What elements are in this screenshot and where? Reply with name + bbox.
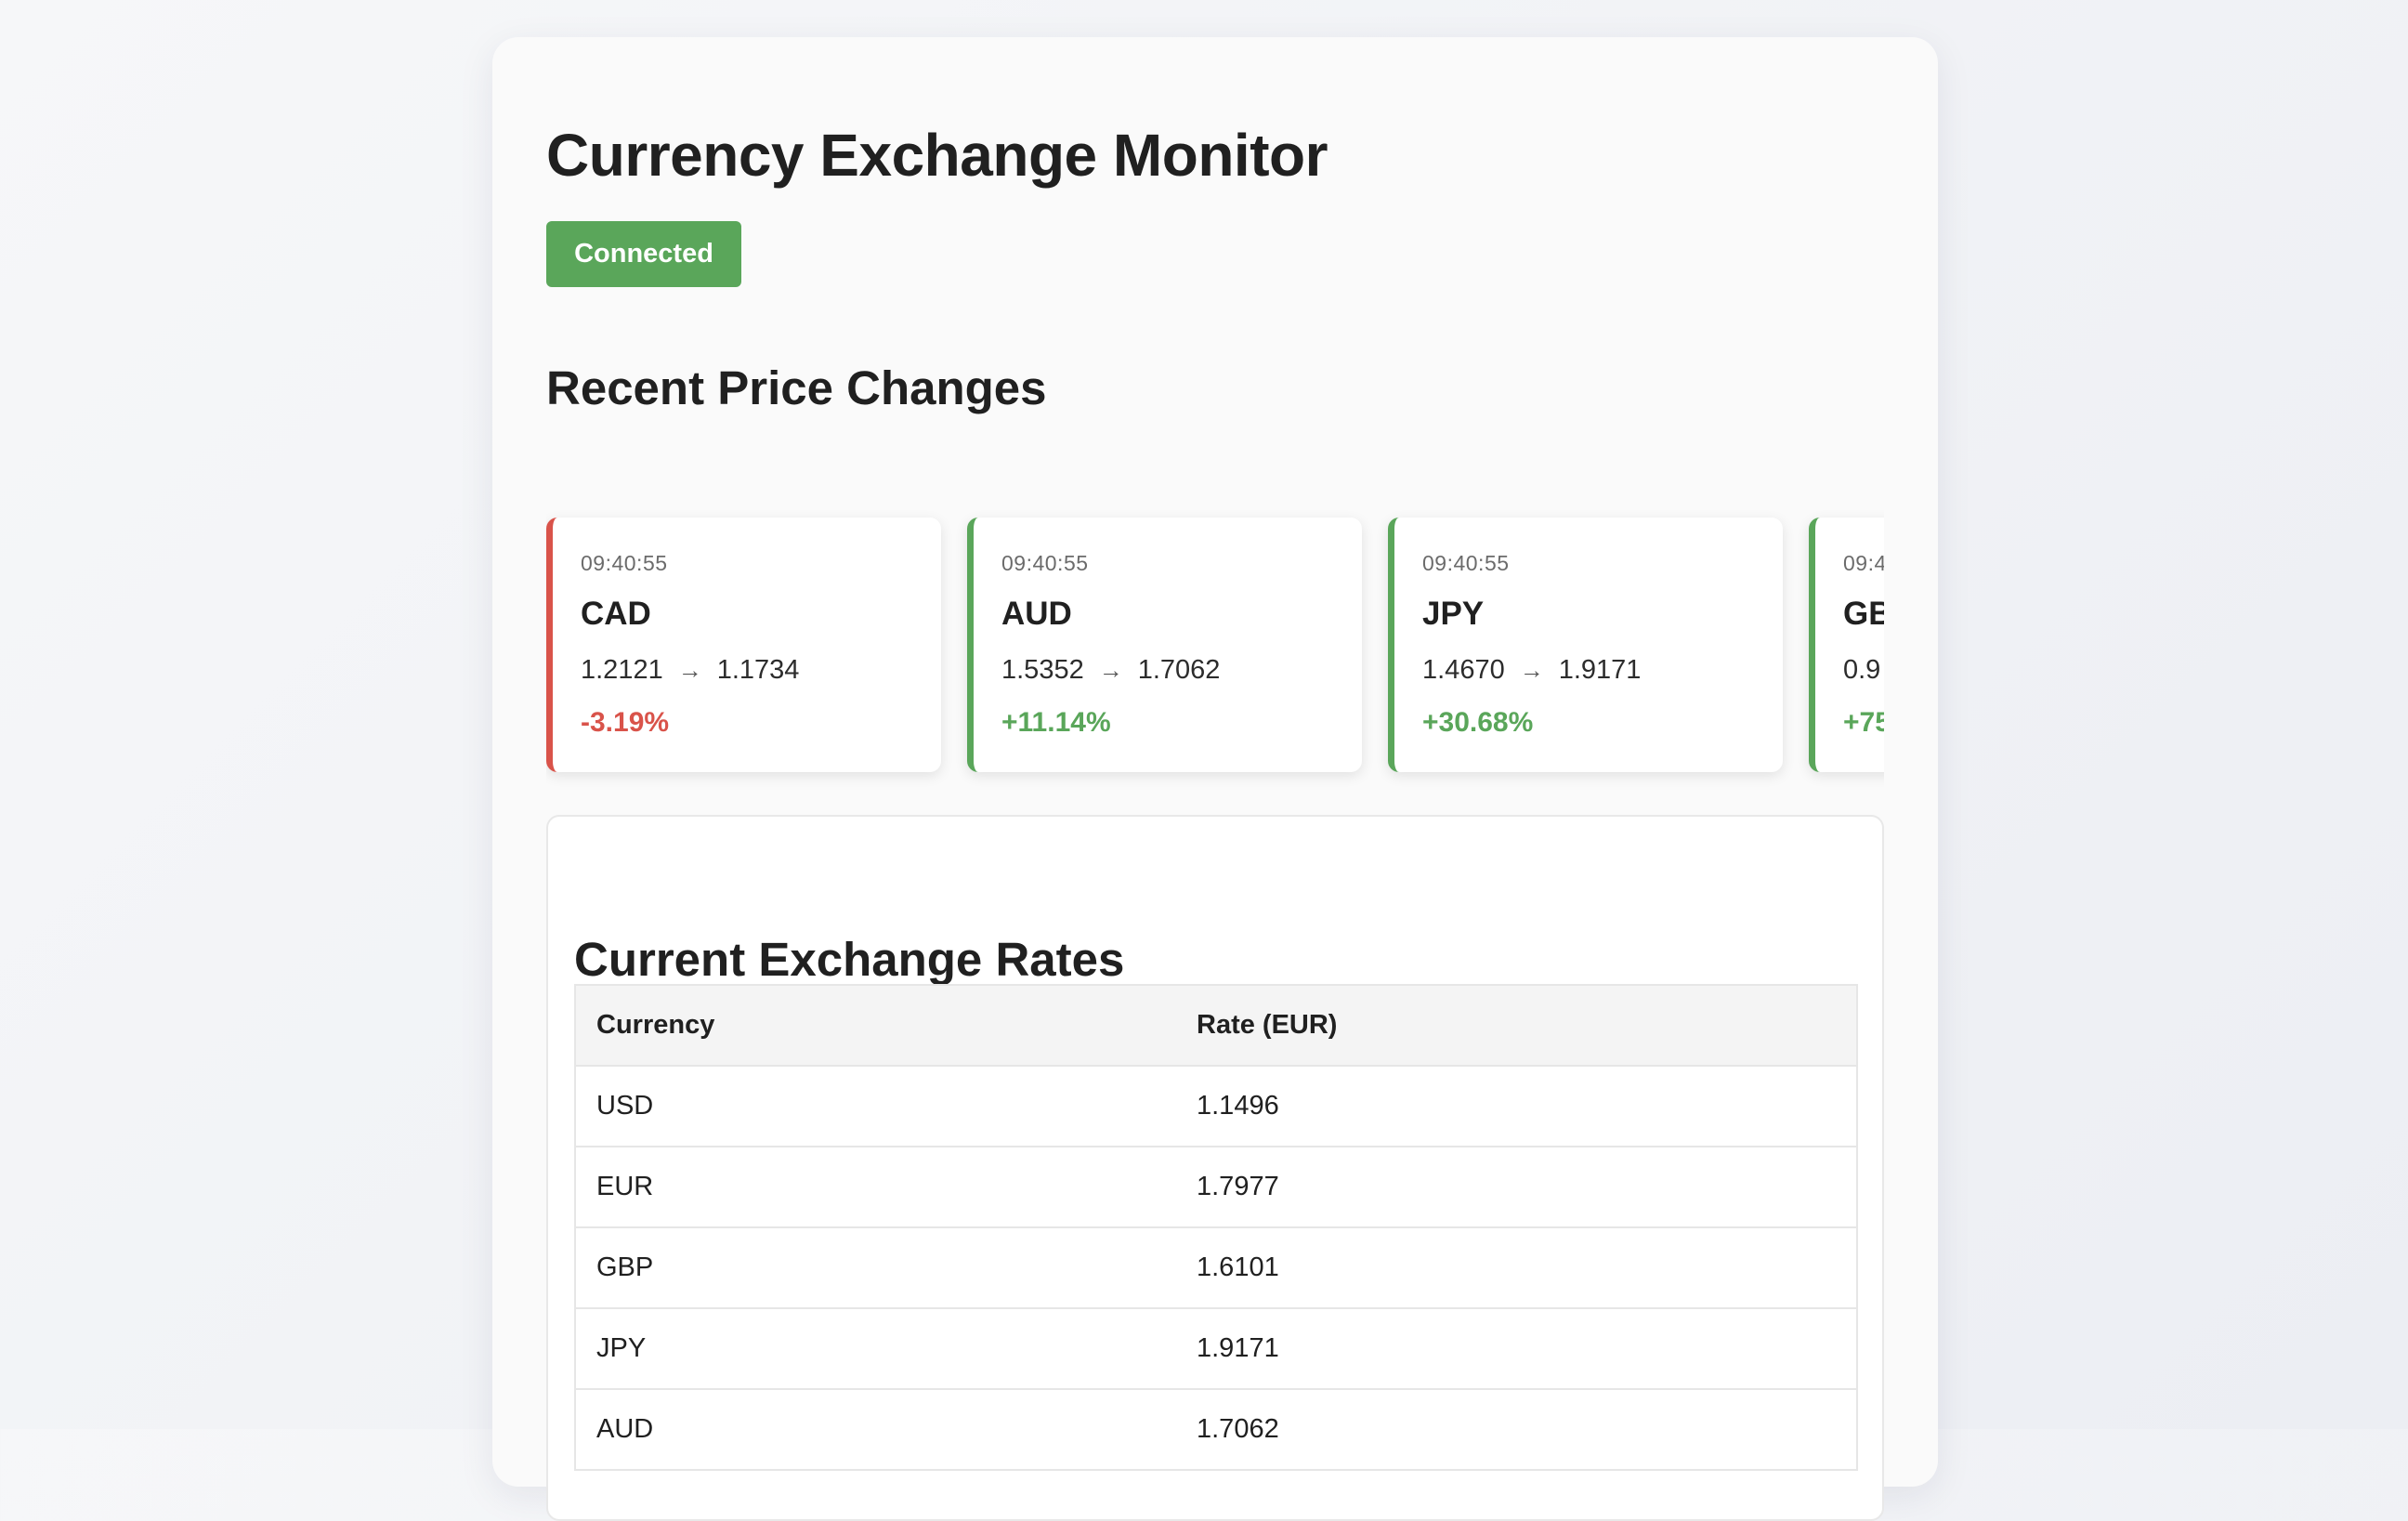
change-percent: +11.14% <box>1001 707 1111 738</box>
change-rates: 1.5352 → 1.7062 <box>1001 655 1220 686</box>
arrow-right-icon: → <box>1519 656 1544 684</box>
price-change-card: 09:40:55 CAD 1.2121 → 1.1734 -3.19% <box>546 518 941 772</box>
column-header-rate: Rate (EUR) <box>1176 984 1858 1067</box>
rate-to: 1.1734 <box>716 655 800 685</box>
rate-to: 1.9171 <box>1558 655 1642 685</box>
change-time: 09:40:55 <box>1422 551 1510 575</box>
rate-to: 1.7062 <box>1137 655 1221 685</box>
rate-cell: 1.9171 <box>1176 1307 1858 1390</box>
change-currency: JPY <box>1422 596 1485 632</box>
rate-from: 0.9 <box>1843 655 1881 685</box>
change-time: 09:4 <box>1843 551 1884 575</box>
table-row: JPY 1.9171 <box>574 1307 1858 1390</box>
connection-status-badge: Connected <box>546 221 741 287</box>
change-percent: +75 <box>1843 707 1884 738</box>
change-time: 09:40:55 <box>581 551 668 575</box>
page-title: Currency Exchange Monitor <box>546 122 1328 189</box>
arrow-right-icon: → <box>677 656 702 684</box>
rate-from: 1.4670 <box>1422 655 1505 685</box>
rate-cell: 1.7062 <box>1176 1388 1858 1471</box>
rate-cell: 1.1496 <box>1176 1065 1858 1147</box>
rate-from: 1.2121 <box>581 655 663 685</box>
change-percent: -3.19% <box>581 707 670 738</box>
table-row: AUD 1.7062 <box>574 1388 1858 1471</box>
currency-cell: GBP <box>574 1226 1176 1309</box>
change-currency: AUD <box>1001 596 1072 632</box>
exchange-rates-panel: Current Exchange Rates Currency Rate (EU… <box>546 815 1884 1521</box>
currency-cell: USD <box>574 1065 1176 1147</box>
exchange-rates-table: Currency Rate (EUR) USD 1.1496 EUR 1.797… <box>574 984 1858 1471</box>
change-time: 09:40:55 <box>1001 551 1089 575</box>
monitor-panel: Currency Exchange Monitor Connected Rece… <box>492 37 1938 1521</box>
change-currency: GB <box>1843 596 1884 632</box>
currency-cell: JPY <box>574 1307 1176 1390</box>
rate-from: 1.5352 <box>1001 655 1084 685</box>
table-row: GBP 1.6101 <box>574 1226 1858 1309</box>
exchange-rates-title: Current Exchange Rates <box>574 933 1125 986</box>
change-rates: 1.4670 → 1.9171 <box>1422 655 1641 686</box>
change-percent: +30.68% <box>1422 707 1534 738</box>
price-change-card: 09:40:55 JPY 1.4670 → 1.9171 +30.68% <box>1388 518 1783 772</box>
table-header-row: Currency Rate (EUR) <box>574 984 1858 1067</box>
change-rates: 0.9 <box>1843 655 1880 686</box>
currency-cell: AUD <box>574 1388 1176 1471</box>
arrow-right-icon: → <box>1098 656 1123 684</box>
change-currency: CAD <box>581 596 651 632</box>
rate-cell: 1.6101 <box>1176 1226 1858 1309</box>
recent-changes-title: Recent Price Changes <box>546 361 1047 414</box>
rate-cell: 1.7977 <box>1176 1146 1858 1228</box>
table-row: EUR 1.7977 <box>574 1146 1858 1228</box>
currency-cell: EUR <box>574 1146 1176 1228</box>
table-row: USD 1.1496 <box>574 1065 1858 1147</box>
column-header-currency: Currency <box>574 984 1176 1067</box>
price-change-card: 09:40:55 AUD 1.5352 → 1.7062 +11.14% <box>967 518 1362 772</box>
change-rates: 1.2121 → 1.1734 <box>581 655 799 686</box>
price-change-card: 09:4 GB 0.9 +75 <box>1809 518 1884 772</box>
price-change-strip[interactable]: 09:40:55 CAD 1.2121 → 1.1734 -3.19% 09:4… <box>546 480 1884 787</box>
